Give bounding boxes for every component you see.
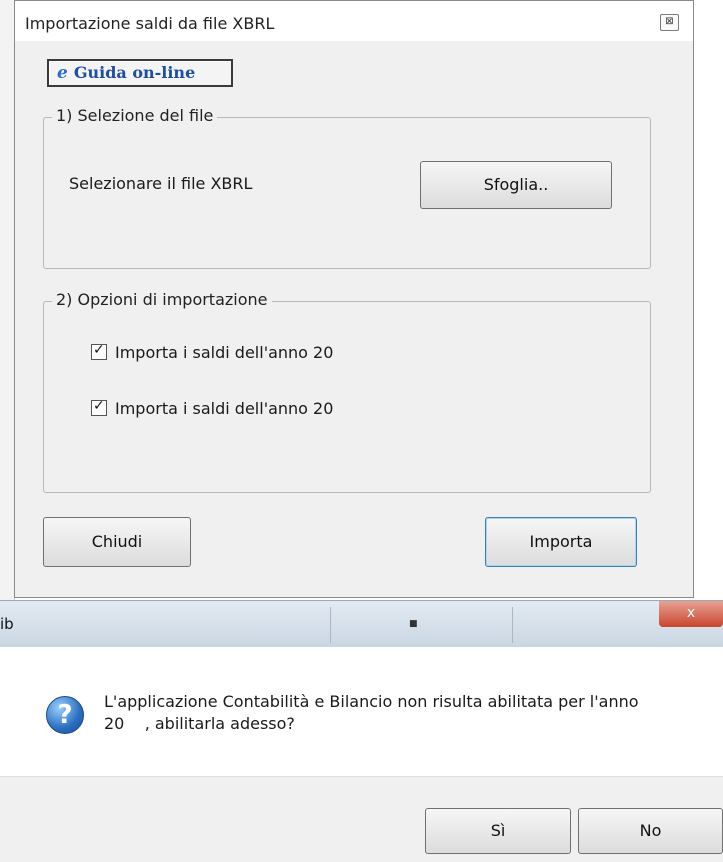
message-text-line1: L'applicazione Contabilità e Bilancio no… — [104, 692, 639, 711]
online-help-button[interactable]: e Guida on-line — [47, 59, 233, 87]
msgbox-close-icon[interactable]: x — [659, 601, 723, 627]
online-help-label: Guida on-line — [73, 63, 196, 82]
titlebar-separator — [330, 607, 331, 643]
checkbox-label: Importa i saldi dell'anno 20 — [115, 399, 334, 418]
background-window-edge — [0, 0, 15, 600]
question-icon: ? — [46, 696, 84, 734]
import-button[interactable]: Importa — [485, 517, 637, 567]
import-options-legend: 2) Opzioni di importazione — [52, 290, 272, 309]
import-year-checkbox-1[interactable]: Importa i saldi dell'anno 20 — [91, 342, 334, 362]
close-button[interactable]: Chiudi — [43, 517, 191, 567]
confirmation-message-box: ib ■ x ? L'applicazione Contabilità e Bi… — [0, 600, 723, 862]
message-text-line2: 20 , abilitarla adesso? — [104, 714, 295, 733]
msgbox-titlebar: ib ■ x — [0, 600, 723, 647]
titlebar-separator — [512, 607, 513, 643]
import-options-group: 2) Opzioni di importazione — [43, 290, 651, 493]
dialog-titlebar: Importazione saldi da file XBRL ⊠ — [15, 1, 693, 41]
select-file-label: Selezionare il file XBRL — [69, 174, 253, 193]
browse-button[interactable]: Sfoglia.. — [420, 161, 612, 209]
yes-button[interactable]: Sì — [425, 808, 571, 854]
close-icon[interactable]: ⊠ — [660, 14, 679, 31]
checkbox-label: Importa i saldi dell'anno 20 — [115, 343, 334, 362]
checkbox-checked-icon[interactable] — [91, 342, 107, 360]
msgbox-title: ib — [0, 615, 14, 633]
checkbox-checked-icon[interactable] — [91, 398, 107, 416]
import-xbrl-dialog: Importazione saldi da file XBRL ⊠ e Guida… — [14, 0, 694, 598]
titlebar-grip-icon: ■ — [409, 619, 418, 629]
internet-explorer-icon: e — [57, 63, 68, 83]
import-year-checkbox-2[interactable]: Importa i saldi dell'anno 20 — [91, 398, 334, 418]
dialog-title: Importazione saldi da file XBRL — [25, 14, 275, 33]
file-selection-legend: 1) Selezione del file — [52, 106, 218, 125]
no-button[interactable]: No — [578, 808, 723, 854]
